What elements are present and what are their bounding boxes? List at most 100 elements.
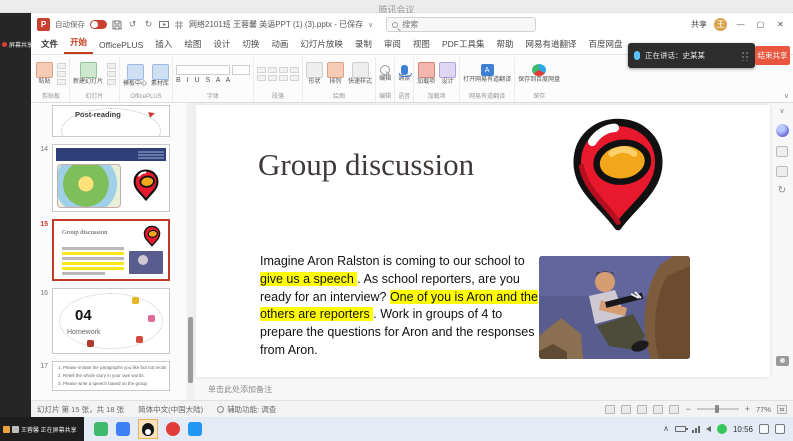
minimize-button[interactable]: — [734,20,747,29]
layers-icon[interactable] [776,166,788,177]
battery-icon[interactable] [675,426,686,432]
tab-animations[interactable]: 动画 [265,35,294,54]
paste-button[interactable]: 粘贴 [36,62,53,86]
tray-chevron-icon[interactable]: ∧ [663,425,669,433]
line-spacing-icon[interactable] [290,67,299,73]
tab-home[interactable]: 开始 [64,33,93,54]
tab-view[interactable]: 视图 [407,35,436,54]
font-style-buttons[interactable]: B I U S A A [176,77,232,84]
collapse-ribbon-icon[interactable]: ∨ [784,92,789,100]
scrollbar-thumb[interactable] [188,317,193,383]
new-slide-button[interactable]: 新建幻灯片 [73,62,103,86]
volume-icon[interactable] [706,426,711,432]
designer-button[interactable]: 设计 [439,62,456,86]
slide-title[interactable]: Group discussion [258,147,474,183]
tab-help[interactable]: 帮助 [490,35,519,54]
numbering-icon[interactable] [268,67,277,73]
pin-logo-icon[interactable] [562,115,674,233]
reset-icon[interactable] [107,71,116,77]
wechat-tray-icon[interactable] [717,424,727,434]
panel-icon[interactable] [776,146,788,157]
tab-slideshow[interactable]: 幻灯片放映 [294,35,349,54]
cut-icon[interactable] [57,63,66,69]
tab-transitions[interactable]: 切换 [236,35,265,54]
arrange-button[interactable]: 排列 [327,62,344,86]
quick-styles-button[interactable]: 快速样式 [348,62,372,86]
slide-canvas[interactable]: Group discussion Imagine Aron Ralston is… [196,105,770,377]
undo-icon[interactable]: ↺ [127,20,138,29]
normal-view-icon[interactable] [621,405,631,414]
tab-pdf-tools[interactable]: PDF工具集 [436,35,491,54]
slide-thumbnail-13[interactable]: Post-reading [52,105,170,137]
accessibility-status[interactable]: 辅助功能: 调查 [217,404,276,415]
zoom-level[interactable]: 77% [756,405,771,414]
slideshow-view-icon[interactable] [669,405,679,414]
notification-icon[interactable] [759,424,769,434]
aron-ralston-photo[interactable] [539,256,690,359]
search-box[interactable] [386,17,536,32]
zoom-out-button[interactable]: − [685,404,690,414]
tab-youdao-translate[interactable]: 网易有道翻译 [519,35,582,54]
editing-button[interactable]: 编辑 [379,65,391,83]
tab-review[interactable]: 审阅 [378,35,407,54]
zoom-slider-knob[interactable] [715,405,719,413]
notes-placeholder[interactable]: 单击此处添加备注 [208,384,272,395]
slideshow-icon[interactable] [159,20,169,30]
align-left-icon[interactable] [257,75,266,81]
tab-design[interactable]: 设计 [207,35,236,54]
tab-insert[interactable]: 插入 [149,35,178,54]
shapes-button[interactable]: 形状 [306,62,323,86]
layout-icon[interactable] [107,63,116,69]
slide-body-text[interactable]: Imagine Aron Ralston is coming to our sc… [260,253,540,360]
zoom-slider[interactable] [697,408,739,410]
speaking-indicator[interactable]: 正在讲话：史某某 [628,43,755,68]
zoom-in-button[interactable]: + [745,404,750,414]
template-center-button[interactable]: 模板中心 [123,64,147,88]
indent-icon[interactable] [279,67,288,73]
qq-taskbar-active[interactable] [138,419,158,439]
align-right-icon[interactable] [279,75,288,81]
drag-handle-icon[interactable] [741,51,749,61]
slide-thumbnail-17[interactable]: 1. Please imitate the paragraphs you lik… [52,361,170,391]
autosave-toggle[interactable] [90,20,107,29]
redo-icon[interactable]: ↻ [143,20,154,29]
messenger-taskbar-icon[interactable] [188,422,202,436]
slide-thumbnail-16[interactable]: 04 Homework [52,288,170,354]
copy-icon[interactable] [57,71,66,77]
open-youdao-button[interactable]: A 打开网易有道翻译 [463,64,511,84]
read-aloud-button[interactable]: 诵读 [398,65,410,83]
font-name-select[interactable] [176,65,230,75]
camera-icon[interactable] [776,356,789,366]
fit-to-window-icon[interactable] [777,405,787,414]
slide-thumbnail-14[interactable] [52,144,170,212]
slide-thumbnail-15-selected[interactable]: Group discussion [52,219,170,281]
thumbnail-scrollbar[interactable] [187,103,194,400]
notes-toggle-icon[interactable] [605,405,615,414]
tab-file[interactable]: 文件 [35,35,64,54]
language-indicator[interactable]: 简体中文(中国大陆) [138,404,203,415]
stop-share-button[interactable]: 结束共享 [755,46,790,65]
justify-icon[interactable] [290,75,299,81]
search-input[interactable] [402,20,530,29]
netease-taskbar-icon[interactable] [166,422,180,436]
save-to-netdisk-button[interactable]: 保存到百度网盘 [518,64,560,84]
section-icon[interactable] [107,79,116,85]
slide-thumbnail-panel[interactable]: Post-reading 14 [31,103,186,400]
asset-library-button[interactable]: 素材库 [151,64,169,88]
font-size-select[interactable] [232,65,250,75]
bullets-icon[interactable] [257,67,266,73]
maximize-button[interactable]: ▢ [754,20,767,29]
tab-officeplus[interactable]: OfficePLUS [93,37,149,54]
assistant-orb-icon[interactable] [776,124,789,137]
tab-draw[interactable]: 绘图 [178,35,207,54]
align-center-icon[interactable] [268,75,277,81]
slide-sorter-icon[interactable] [637,405,647,414]
filename-chevron-icon[interactable]: ∨ [368,21,373,29]
user-avatar[interactable]: 王 [714,18,727,31]
sync-icon[interactable]: ↻ [778,186,786,196]
explorer-taskbar-icon[interactable] [116,422,130,436]
network-icon[interactable] [692,426,700,433]
save-icon[interactable] [112,20,122,30]
grid-icon[interactable] [174,20,184,30]
show-desktop-button[interactable] [775,424,785,434]
